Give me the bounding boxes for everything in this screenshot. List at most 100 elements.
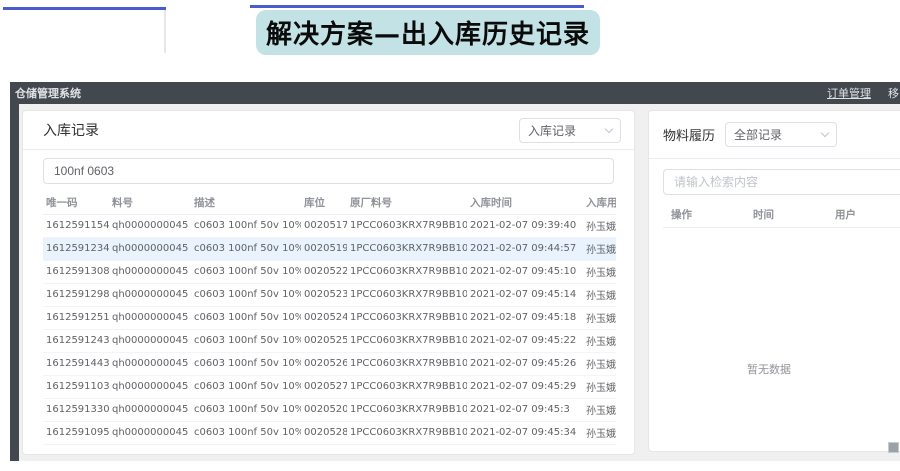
cell-part-no: qh0000000045: [109, 260, 191, 283]
history-panel-header: 物料履历 全部记录: [649, 111, 900, 159]
table-row[interactable]: 1612591298 qh0000000045 c0603 100nf 50v …: [43, 283, 616, 306]
cell-part-no: qh0000000045: [109, 329, 191, 352]
history-search-row: [663, 169, 900, 195]
empty-state-text: 暂无数据: [649, 361, 889, 377]
col-time: 时间: [745, 203, 827, 227]
material-history-panel: 物料履历 全部记录 操作 时间 用户: [648, 110, 900, 452]
inbound-table-header-row: 唯一码 料号 描述 库位 原厂料号 入库时间 入库用户: [43, 192, 616, 214]
table-row[interactable]: 1612591443 qh0000000045 c0603 100nf 50v …: [43, 352, 616, 375]
slide-shape-edge: [164, 10, 166, 53]
cell-user: 孙玉娥: [583, 260, 616, 283]
cell-uid: 1612591154: [43, 214, 109, 237]
cell-uid: 1612591234: [43, 237, 109, 260]
cell-part-no: qh0000000045: [109, 421, 191, 444]
cell-desc: c0603 100nf 50v 10% 104: [191, 306, 301, 329]
record-type-select[interactable]: 入库记录: [519, 118, 621, 143]
cell-mfr-part-no: 1PCC0603KRX7R9BB104: [347, 237, 467, 260]
col-user: 用户: [827, 203, 900, 227]
wms-app-window: 仓储管理系统 订单管理 移 入库记录 入库记录: [10, 82, 900, 461]
table-row[interactable]: 1612591095 qh0000000045 c0603 100nf 50v …: [43, 421, 616, 444]
menu-item-orders[interactable]: 订单管理: [827, 85, 871, 101]
cell-time: 2021-02-07 09:45:3: [467, 398, 583, 421]
slide-title-banner: 解决方案—出入库历史记录: [256, 10, 600, 55]
cell-user: 孙玉娥: [583, 352, 616, 375]
cell-user: 孙玉娥: [583, 306, 616, 329]
cell-time: 2021-02-07 09:45:34: [467, 421, 583, 444]
cell-location: 0020524: [301, 306, 347, 329]
cell-mfr-part-no: 1PCC0603KRX7R9BB104: [347, 398, 467, 421]
cell-location: 0020525: [301, 329, 347, 352]
table-row-selected[interactable]: 1612591234 qh0000000045 c0603 100nf 50v …: [43, 237, 616, 260]
cell-part-no: qh0000000045: [109, 306, 191, 329]
cell-part-no: qh0000000045: [109, 237, 191, 260]
cell-mfr-part-no: 1PCC0603KRX7R9BB104: [347, 283, 467, 306]
history-table-header-row: 操作 时间 用户: [663, 203, 900, 227]
app-top-menu: 订单管理 移: [827, 85, 900, 101]
inbound-search-row: [43, 158, 614, 184]
inbound-records-panel: 入库记录 入库记录 唯一码: [22, 110, 635, 455]
cell-desc: c0603 100nf 50v 10% 104: [191, 237, 301, 260]
collapsed-sidebar: [10, 104, 19, 461]
cell-location: 0020527: [301, 375, 347, 398]
menu-item-clipped[interactable]: 移: [888, 85, 900, 101]
cell-location: 0020519: [301, 237, 347, 260]
cell-desc: c0603 100nf 50v 10% 104: [191, 421, 301, 444]
col-inbound-time: 入库时间: [467, 192, 583, 214]
cell-mfr-part-no: 1PCC0603KRX7R9BB104: [347, 375, 467, 398]
cell-uid: 1612591298: [43, 283, 109, 306]
slide-accent-line-left: [3, 7, 166, 10]
inbound-search-input[interactable]: [43, 158, 614, 184]
cell-part-no: qh0000000045: [109, 375, 191, 398]
cell-desc: c0603 100nf 50v 10% 104: [191, 283, 301, 306]
inbound-panel-header: 入库记录 入库记录: [23, 111, 634, 150]
record-type-select-value: 入库记录: [528, 122, 576, 139]
cell-mfr-part-no: 1PCC0603KRX7R9BB104: [347, 329, 467, 352]
chevron-down-icon: [821, 129, 829, 137]
cell-mfr-part-no: 1PCC0603KRX7R9BB104: [347, 260, 467, 283]
cell-mfr-part-no: 1PCC0603KRX7R9BB104: [347, 306, 467, 329]
col-unique-code: 唯一码: [43, 192, 109, 214]
scrollbar-thumb[interactable]: [888, 442, 899, 453]
cell-time: 2021-02-07 09:44:57: [467, 237, 583, 260]
cell-user: 孙玉娥: [583, 283, 616, 306]
cell-location: 0020517: [301, 214, 347, 237]
col-location: 库位: [301, 192, 347, 214]
cell-mfr-part-no: 1PCC0603KRX7R9BB104: [347, 352, 467, 375]
cell-time: 2021-02-07 09:45:18: [467, 306, 583, 329]
table-row[interactable]: 1612591251 qh0000000045 c0603 100nf 50v …: [43, 306, 616, 329]
history-filter-select-value: 全部记录: [734, 126, 782, 143]
cell-location: 0020526: [301, 352, 347, 375]
col-inbound-user: 入库用户: [583, 192, 616, 214]
cell-user: 孙玉娥: [583, 237, 616, 260]
cell-time: 2021-02-07 09:39:40: [467, 214, 583, 237]
cell-location: 0020520: [301, 398, 347, 421]
slide: 解决方案—出入库历史记录 仓储管理系统 订单管理 移 入库记录 入库记录: [0, 0, 900, 471]
table-row[interactable]: 1612591243 qh0000000045 c0603 100nf 50v …: [43, 329, 616, 352]
cell-uid: 1612591251: [43, 306, 109, 329]
history-table: 操作 时间 用户: [663, 203, 900, 228]
cell-user: 孙玉娥: [583, 421, 616, 444]
cell-uid: 1612591095: [43, 421, 109, 444]
slide-title: 解决方案—出入库历史记录: [266, 14, 590, 51]
cell-user: 孙玉娥: [583, 375, 616, 398]
cell-mfr-part-no: 1PCC0603KRX7R9BB104: [347, 214, 467, 237]
col-description: 描述: [191, 192, 301, 214]
cell-uid: 1612591103: [43, 375, 109, 398]
cell-location: 0020528: [301, 421, 347, 444]
inbound-panel-title: 入库记录: [43, 120, 99, 140]
table-row[interactable]: 1612591103 qh0000000045 c0603 100nf 50v …: [43, 375, 616, 398]
cell-time: 2021-02-07 09:45:26: [467, 352, 583, 375]
app-body: 入库记录 入库记录 唯一码: [10, 104, 900, 461]
history-search-input[interactable]: [663, 169, 900, 195]
table-row[interactable]: 1612591154 qh0000000045 c0603 100nf 50v …: [43, 214, 616, 237]
table-row[interactable]: 1612591330 qh0000000045 c0603 100nf 50v …: [43, 398, 616, 421]
cell-uid: 1612591308: [43, 260, 109, 283]
cell-time: 2021-02-07 09:45:14: [467, 283, 583, 306]
history-filter-select[interactable]: 全部记录: [725, 122, 837, 147]
history-panel-title: 物料履历: [663, 125, 715, 144]
cell-desc: c0603 100nf 50v 10% 104: [191, 375, 301, 398]
table-row[interactable]: 1612591308 qh0000000045 c0603 100nf 50v …: [43, 260, 616, 283]
cell-part-no: qh0000000045: [109, 398, 191, 421]
col-operation: 操作: [663, 203, 745, 227]
cell-time: 2021-02-07 09:45:22: [467, 329, 583, 352]
